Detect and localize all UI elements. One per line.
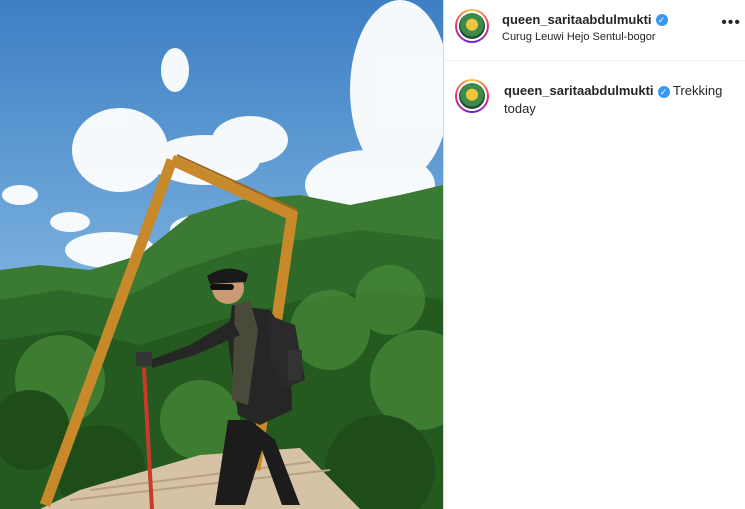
more-horizontal-icon[interactable]: ••• [721, 14, 741, 32]
caption-username-link[interactable]: queen_saritaabdulmukti [504, 83, 654, 98]
verified-badge-icon: ✓ [657, 85, 670, 98]
post-sidebar: queen_saritaabdulmukti ✓ Curug Leuwi Hejo… [444, 0, 745, 509]
header-user: queen_saritaabdulmukti ✓ [502, 11, 668, 29]
post-image [0, 0, 443, 509]
post-header: queen_saritaabdulmukti ✓ Curug Leuwi Hejo… [444, 0, 745, 61]
location-link[interactable]: Curug Leuwi Hejo Sentul-bogor [502, 31, 655, 43]
caption-avatar[interactable] [455, 79, 489, 113]
post-photo[interactable] [0, 0, 443, 509]
post-caption: queen_saritaabdulmukti ✓ Trekking today [504, 82, 734, 118]
username-link[interactable]: queen_saritaabdulmukti [502, 12, 652, 27]
verified-badge-icon: ✓ [655, 13, 668, 26]
avatar[interactable] [455, 9, 489, 43]
